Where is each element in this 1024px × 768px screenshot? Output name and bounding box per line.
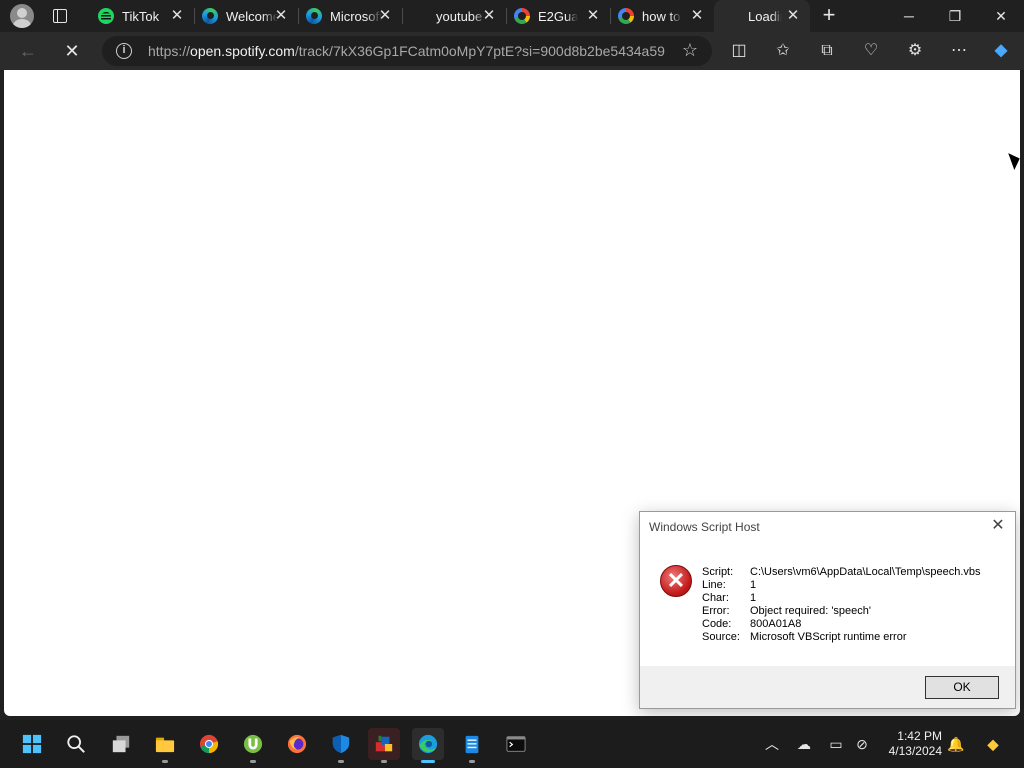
start-button[interactable] xyxy=(16,728,48,760)
dialog-footer: OK xyxy=(640,666,1015,708)
tab-tiktok[interactable]: TikTok ✕ xyxy=(90,0,195,32)
extensions-icon[interactable]: ⚙ xyxy=(905,41,925,61)
close-icon[interactable]: ✕ xyxy=(378,8,392,23)
minimize-button[interactable]: ─ xyxy=(886,0,932,32)
tab-actions-icon[interactable] xyxy=(50,6,70,26)
tab-title: youtube xyxy=(436,9,483,24)
task-view-button[interactable] xyxy=(105,728,137,760)
close-icon[interactable]: ✕ xyxy=(989,517,1007,535)
spotify-icon xyxy=(98,8,114,24)
browser-essentials-icon[interactable]: ♡ xyxy=(861,41,881,61)
collections-icon[interactable]: ⧉ xyxy=(817,41,837,61)
profile-avatar-icon[interactable] xyxy=(10,4,34,28)
tab-title: Microsoft xyxy=(330,9,382,24)
url-text[interactable]: https://open.spotify.com/track/7kX36Gp1F… xyxy=(148,43,668,59)
split-screen-icon[interactable]: ◫ xyxy=(729,41,749,61)
copilot-pre-icon[interactable]: ◆ xyxy=(980,734,1006,754)
new-tab-button[interactable]: + xyxy=(818,4,840,27)
detail-row: Line: 1 xyxy=(702,579,757,591)
tab-e2guardian[interactable]: E2Guardian ✕ xyxy=(506,0,611,32)
taskbar-script-app[interactable] xyxy=(368,728,400,763)
tab-loading[interactable]: Loading ✕ xyxy=(714,0,810,32)
close-icon[interactable]: ✕ xyxy=(586,8,600,23)
folder-icon xyxy=(155,737,175,753)
display-icon[interactable]: ▭ xyxy=(826,734,846,754)
copilot-icon[interactable]: ◆ xyxy=(991,41,1011,61)
detail-row: Error: Object required: 'speech' xyxy=(702,605,871,617)
google-icon xyxy=(514,8,530,24)
close-icon[interactable]: ✕ xyxy=(170,8,184,23)
google-icon xyxy=(618,8,634,24)
tab-title: TikTok xyxy=(122,9,160,24)
back-arrow-icon[interactable]: ← xyxy=(17,40,39,62)
taskbar-defender[interactable] xyxy=(325,728,357,763)
clock-time: 1:42 PM xyxy=(897,729,942,743)
chrome-icon xyxy=(199,734,219,754)
error-dialog: Windows Script Host ✕ ✕ Script: C:\Users\… xyxy=(639,511,1016,709)
terminal-icon xyxy=(506,736,526,752)
taskbar: ︿ ☁ ▭ ⊘ 1:42 PM 4/13/2024 🔔 ◆ xyxy=(0,720,1024,768)
close-icon[interactable]: ✕ xyxy=(786,8,800,23)
system-clock[interactable]: 1:42 PM 4/13/2024 xyxy=(880,729,942,759)
detail-row: Script: C:\Users\vm6\AppData\Local\Temp\s… xyxy=(702,566,981,578)
tab-welcome[interactable]: Welcome ✕ xyxy=(194,0,299,32)
task-view-icon xyxy=(112,735,130,753)
favorite-star-icon[interactable]: ☆ xyxy=(682,40,698,61)
dialog-title: Windows Script Host xyxy=(649,520,760,534)
close-window-button[interactable]: ✕ xyxy=(978,0,1024,32)
detail-row: Char: 1 xyxy=(702,592,757,604)
shield-icon xyxy=(332,734,350,754)
detail-row: Code: 800A01A8 xyxy=(702,618,802,630)
windows-logo-icon xyxy=(22,734,42,754)
tab-microsoft[interactable]: Microsoft ✕ xyxy=(298,0,403,32)
tab-title: how to xyxy=(642,9,681,24)
dialog-titlebar: Windows Script Host ✕ xyxy=(640,512,1015,542)
chevron-up-icon[interactable]: ︿ xyxy=(762,734,782,754)
favorites-icon[interactable]: ✩ xyxy=(773,41,793,61)
utorrent-icon xyxy=(243,734,263,754)
detail-row: Source: Microsoft VBScript runtime error xyxy=(702,631,907,643)
taskbar-chrome[interactable] xyxy=(193,728,225,760)
loading-icon xyxy=(722,8,738,24)
search-button[interactable] xyxy=(60,728,92,760)
firefox-icon xyxy=(287,734,307,754)
notepad-icon xyxy=(465,735,479,754)
close-icon[interactable]: ✕ xyxy=(690,8,704,23)
tab-title: Welcome xyxy=(226,9,278,24)
blank-page-icon xyxy=(410,8,426,24)
tab-title: E2Guardian xyxy=(538,9,578,24)
edge-icon xyxy=(418,734,438,754)
network-off-icon[interactable]: ⊘ xyxy=(852,734,872,754)
taskbar-terminal[interactable] xyxy=(500,728,532,760)
close-icon[interactable]: ✕ xyxy=(274,8,288,23)
restore-button[interactable]: ❐ xyxy=(932,0,978,32)
tab-strip: TikTok ✕ Welcome ✕ Microsoft ✕ youtube ✕… xyxy=(0,0,1024,32)
taskbar-utorrent[interactable] xyxy=(237,728,269,763)
onedrive-off-icon[interactable]: ☁ xyxy=(794,734,814,754)
taskbar-edge[interactable] xyxy=(412,728,444,763)
site-info-icon[interactable]: i xyxy=(116,43,132,59)
more-options-icon[interactable]: ⋯ xyxy=(949,41,969,61)
edge-icon xyxy=(202,8,218,24)
search-icon xyxy=(67,735,85,753)
tab-title: Loading xyxy=(748,9,782,24)
browser-toolbar: ← ✕ i https://open.spotify.com/track/7kX… xyxy=(0,32,1024,70)
error-icon: ✕ xyxy=(660,565,692,597)
tab-youtube[interactable]: youtube ✕ xyxy=(402,0,507,32)
error-details: Script: C:\Users\vm6\AppData\Local\Temp\s… xyxy=(702,566,981,644)
address-bar[interactable]: i https://open.spotify.com/track/7kX36Gp… xyxy=(102,36,712,66)
clock-date: 4/13/2024 xyxy=(888,744,942,758)
taskbar-notepad[interactable] xyxy=(456,728,488,763)
stop-loading-icon[interactable]: ✕ xyxy=(61,40,83,62)
close-icon[interactable]: ✕ xyxy=(482,8,496,23)
notification-bell-icon[interactable]: 🔔 xyxy=(946,734,966,754)
taskbar-firefox[interactable] xyxy=(281,728,313,760)
taskbar-file-explorer[interactable] xyxy=(149,728,181,763)
script-host-icon xyxy=(375,735,393,752)
tab-how-to[interactable]: how to ✕ xyxy=(610,0,714,32)
ok-button[interactable]: OK xyxy=(925,676,999,699)
edge-icon xyxy=(306,8,322,24)
